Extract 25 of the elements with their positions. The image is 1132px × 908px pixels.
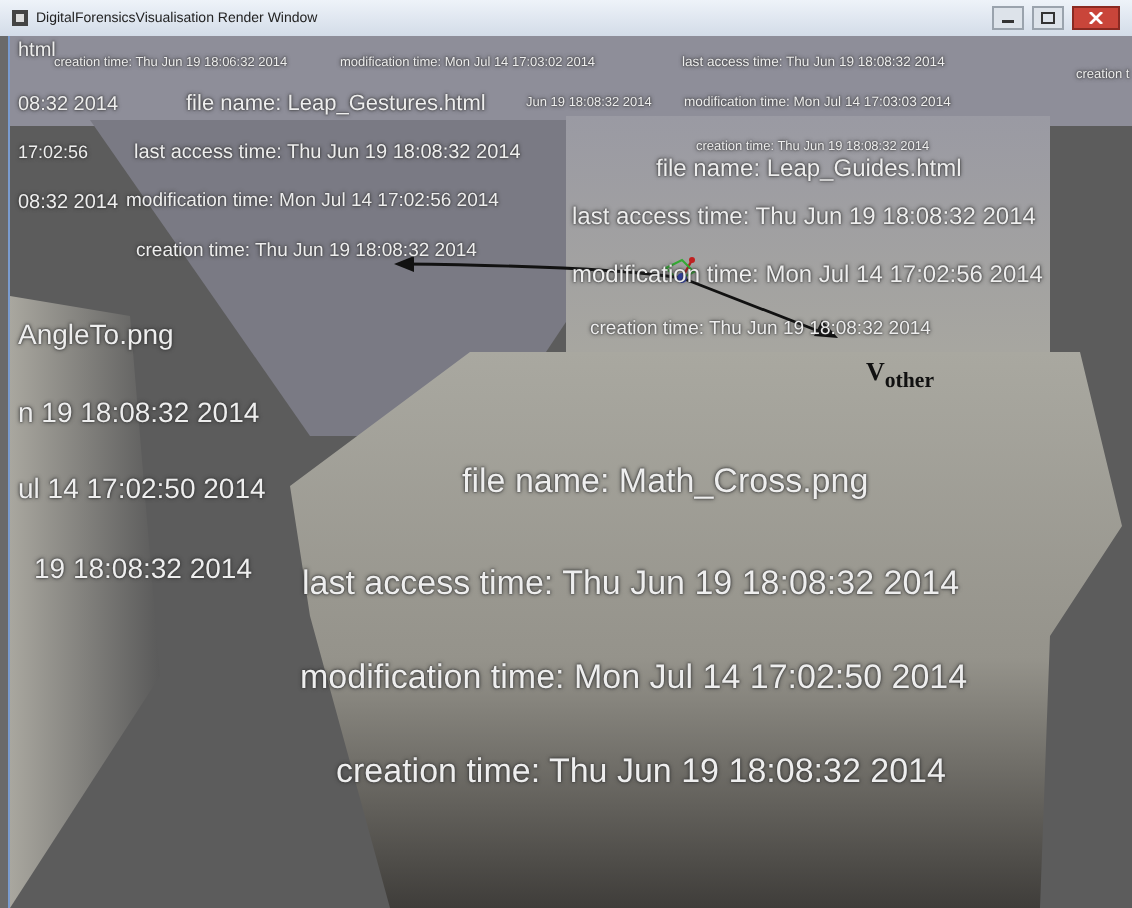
app-icon	[12, 10, 28, 26]
close-button[interactable]	[1072, 6, 1120, 30]
vector-label: V$_{other}$	[866, 356, 935, 394]
file-info-label: last access time: Thu Jun 19 18:08:32 2014	[134, 142, 521, 164]
file-info-label: ul 14 17:02:50 2014	[18, 474, 266, 505]
file-info-label: file name: Leap_Gestures.html	[186, 92, 486, 117]
file-info-label: last access time: Thu Jun 19 18:08:32 2014	[572, 204, 1036, 231]
file-info-label: 17:02:56	[18, 144, 89, 164]
file-info-label: modification time: Mon Jul 14 17:02:50 2014	[300, 660, 968, 698]
file-info-label: creation time: Thu Jun 19 18:08:32 2014	[136, 242, 477, 263]
maximize-button[interactable]	[1032, 6, 1064, 30]
file-info-label: modification time: Mon Jul 14 17:02:56 2014	[126, 192, 499, 213]
file-info-label: file name: Math_Cross.png	[462, 464, 869, 502]
file-info-label: AngleTo.png	[18, 320, 174, 351]
file-info-label: creation time: Thu Jun 19 18:08:32 2014	[336, 754, 946, 792]
file-info-label: 19 18:08:32 2014	[34, 554, 252, 585]
file-info-label: 08:32 2014	[18, 192, 119, 214]
file-info-label: n 19 18:08:32 2014	[18, 398, 260, 429]
file-info-label: html	[18, 40, 56, 62]
minimize-button[interactable]	[992, 6, 1024, 30]
file-info-label: 08:32 2014	[18, 94, 119, 116]
maximize-icon	[1040, 12, 1056, 24]
file-info-label: last access time: Thu Jun 19 18:08:32 2014	[302, 566, 960, 604]
close-icon	[1088, 12, 1104, 24]
file-info-label: file name: Leap_Guides.html	[656, 156, 962, 183]
